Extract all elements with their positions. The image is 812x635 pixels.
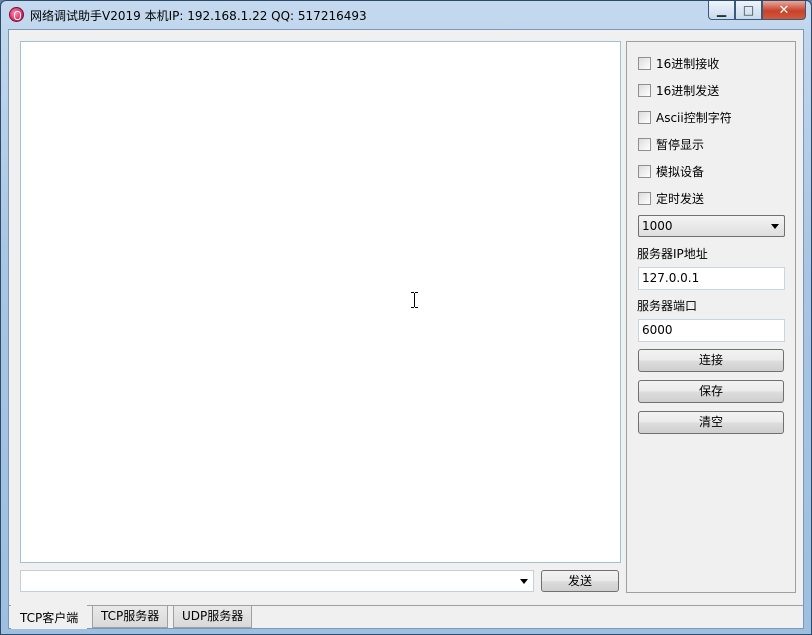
checkbox-hex-send[interactable]: 16进制发送 bbox=[638, 82, 719, 98]
checkbox-ascii-control[interactable]: Ascii控制字符 bbox=[638, 109, 732, 125]
dropdown-arrow-icon[interactable] bbox=[771, 224, 779, 229]
checkbox-timed-send[interactable]: 定时发送 bbox=[638, 190, 704, 206]
server-port-label: 服务器端口 bbox=[637, 299, 698, 313]
app-window: 网络调试助手V2019 本机IP: 192.168.1.22 QQ: 51721… bbox=[0, 0, 812, 635]
close-icon: ✕ bbox=[778, 2, 790, 18]
checkbox-label: Ascii控制字符 bbox=[656, 110, 732, 125]
checkbox-label: 模拟设备 bbox=[656, 164, 705, 179]
checkbox-box[interactable] bbox=[638, 56, 651, 70]
options-panel: 16进制接收 16进制发送 Ascii控制字符 暂停显示 模拟设备 定时发送 1… bbox=[626, 41, 796, 593]
checkbox-box[interactable] bbox=[638, 110, 651, 124]
tab-tcp-client[interactable]: TCP客户端 bbox=[11, 605, 88, 629]
tab-bar: TCP客户端 TCP服务器 UDP服务器 bbox=[9, 605, 803, 629]
connect-button[interactable]: 连接 bbox=[638, 349, 784, 372]
interval-value: 1000 bbox=[642, 219, 673, 233]
checkbox-simulate-device[interactable]: 模拟设备 bbox=[638, 163, 704, 179]
checkbox-hex-receive[interactable]: 16进制接收 bbox=[638, 55, 719, 71]
server-ip-label: 服务器IP地址 bbox=[637, 247, 708, 261]
checkbox-box[interactable] bbox=[638, 83, 651, 97]
checkbox-label: 暂停显示 bbox=[656, 137, 705, 152]
send-input[interactable] bbox=[20, 570, 534, 592]
send-button[interactable]: 发送 bbox=[541, 570, 619, 592]
close-button[interactable]: ✕ bbox=[762, 1, 806, 20]
maximize-button[interactable]: □ bbox=[735, 1, 762, 20]
server-port-input[interactable]: 6000 bbox=[638, 319, 785, 342]
minimize-icon: ▁ bbox=[716, 3, 727, 17]
clear-button[interactable]: 清空 bbox=[638, 411, 784, 434]
client-area: 16进制接收 16进制发送 Ascii控制字符 暂停显示 模拟设备 定时发送 1… bbox=[8, 29, 804, 629]
caption-buttons: ▁ □ ✕ bbox=[708, 1, 806, 21]
i-beam-cursor-icon bbox=[411, 292, 418, 308]
checkbox-box[interactable] bbox=[638, 164, 651, 178]
maximize-icon: □ bbox=[742, 3, 755, 17]
receive-textarea[interactable] bbox=[20, 41, 621, 563]
interval-select[interactable]: 1000 bbox=[638, 215, 785, 237]
checkbox-label: 定时发送 bbox=[656, 191, 705, 206]
window-title: 网络调试助手V2019 本机IP: 192.168.1.22 QQ: 51721… bbox=[30, 9, 367, 23]
checkbox-box[interactable] bbox=[638, 137, 651, 151]
tab-udp-server[interactable]: UDP服务器 bbox=[173, 606, 253, 628]
title-bar[interactable]: 网络调试助手V2019 本机IP: 192.168.1.22 QQ: 51721… bbox=[1, 1, 811, 29]
checkbox-pause-display[interactable]: 暂停显示 bbox=[638, 136, 704, 152]
checkbox-box[interactable] bbox=[638, 191, 651, 205]
dropdown-arrow-icon[interactable] bbox=[520, 579, 528, 584]
app-icon[interactable] bbox=[9, 7, 24, 22]
checkbox-label: 16进制发送 bbox=[656, 83, 720, 98]
minimize-button[interactable]: ▁ bbox=[708, 1, 735, 20]
tab-tcp-server[interactable]: TCP服务器 bbox=[92, 606, 169, 628]
save-button[interactable]: 保存 bbox=[638, 380, 784, 403]
server-ip-input[interactable]: 127.0.0.1 bbox=[638, 267, 785, 290]
checkbox-label: 16进制接收 bbox=[656, 56, 720, 71]
